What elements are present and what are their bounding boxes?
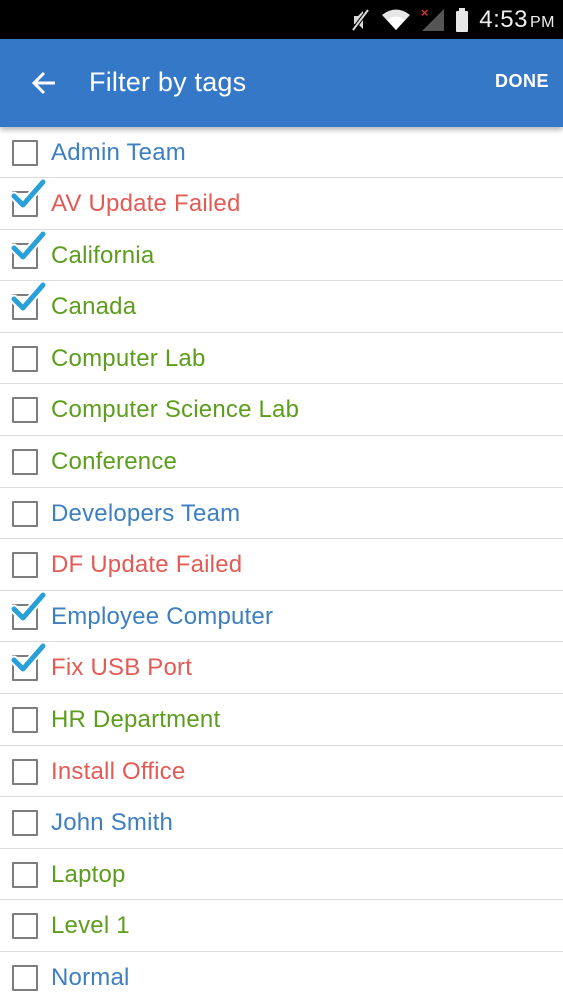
tag-checkbox[interactable]: [12, 140, 38, 166]
mute-icon: [350, 7, 372, 33]
tag-list-item[interactable]: Developers Team: [0, 488, 563, 540]
tag-checkbox[interactable]: [12, 448, 38, 475]
status-bar: × 4:53 PM: [0, 0, 563, 39]
tag-list-item[interactable]: California: [0, 230, 563, 282]
tag-label: Fix USB Port: [51, 654, 193, 682]
checkmark-icon: [10, 230, 46, 262]
tag-list-item[interactable]: DF Update Failed: [0, 539, 563, 591]
checkmark-icon: [10, 179, 46, 210]
tag-list-item[interactable]: Normal: [0, 952, 563, 1000]
checkmark-icon: [10, 591, 46, 623]
tag-list-item[interactable]: Computer Lab: [0, 333, 563, 385]
done-button[interactable]: DONE: [493, 69, 551, 94]
checkmark-icon: [10, 282, 46, 313]
tag-label: Level 1: [51, 912, 130, 940]
tag-checkbox[interactable]: [12, 861, 38, 888]
clock: 4:53 PM: [479, 6, 555, 34]
checkmark-icon: [10, 643, 46, 674]
tag-checkbox[interactable]: [12, 964, 38, 991]
cell-signal-no-service-icon: ×: [420, 7, 446, 33]
tag-label: Install Office: [51, 757, 186, 785]
tag-list-item[interactable]: John Smith: [0, 797, 563, 849]
tag-list-item[interactable]: Conference: [0, 436, 563, 488]
app-bar: Filter by tags DONE: [0, 39, 563, 127]
tag-checkbox[interactable]: [12, 706, 38, 733]
svg-text:×: ×: [420, 7, 429, 19]
tag-list-item[interactable]: Employee Computer: [0, 591, 563, 643]
tag-label: California: [51, 241, 155, 269]
tag-label: DF Update Failed: [51, 551, 243, 579]
tag-list-item[interactable]: Admin Team: [0, 127, 563, 178]
tag-label: Computer Lab: [51, 344, 206, 372]
tag-label: Conference: [51, 447, 178, 475]
tag-checkbox[interactable]: [12, 913, 38, 940]
tag-checkbox[interactable]: [12, 500, 38, 527]
tag-label: AV Update Failed: [51, 190, 241, 217]
page-title: Filter by tags: [89, 67, 247, 97]
battery-icon: [455, 7, 469, 33]
tag-list-item[interactable]: Install Office: [0, 746, 563, 798]
tag-checkbox[interactable]: [12, 397, 38, 424]
clock-ampm: PM: [530, 13, 555, 31]
tag-checkbox[interactable]: [12, 758, 38, 785]
wifi-icon: [381, 8, 411, 32]
tag-label: Normal: [51, 963, 130, 991]
tag-list-item[interactable]: Level 1: [0, 900, 563, 952]
back-button[interactable]: [22, 61, 66, 105]
tag-list-item[interactable]: HR Department: [0, 694, 563, 746]
tag-label: Employee Computer: [51, 602, 274, 630]
tag-checkbox[interactable]: [12, 552, 38, 579]
tag-list-item[interactable]: AV Update Failed: [0, 178, 563, 230]
tag-label: HR Department: [51, 705, 221, 733]
tag-list-item[interactable]: Laptop: [0, 849, 563, 901]
tag-label: John Smith: [51, 809, 174, 837]
tag-checkbox[interactable]: [12, 810, 38, 837]
tag-list-item[interactable]: Computer Science Lab: [0, 384, 563, 436]
tag-list: Admin Team AV Update Failed California C…: [0, 127, 563, 1000]
arrow-back-icon: [31, 71, 55, 95]
tag-label: Admin Team: [51, 139, 186, 166]
tag-list-item[interactable]: Fix USB Port: [0, 642, 563, 694]
tag-label: Laptop: [51, 860, 126, 888]
clock-time: 4:53: [479, 5, 528, 33]
tag-label: Canada: [51, 293, 137, 321]
status-icons: × 4:53 PM: [341, 0, 555, 39]
tag-label: Computer Science Lab: [51, 396, 300, 424]
tag-label: Developers Team: [51, 499, 241, 527]
tag-checkbox[interactable]: [12, 345, 38, 372]
tag-list-item[interactable]: Canada: [0, 281, 563, 333]
